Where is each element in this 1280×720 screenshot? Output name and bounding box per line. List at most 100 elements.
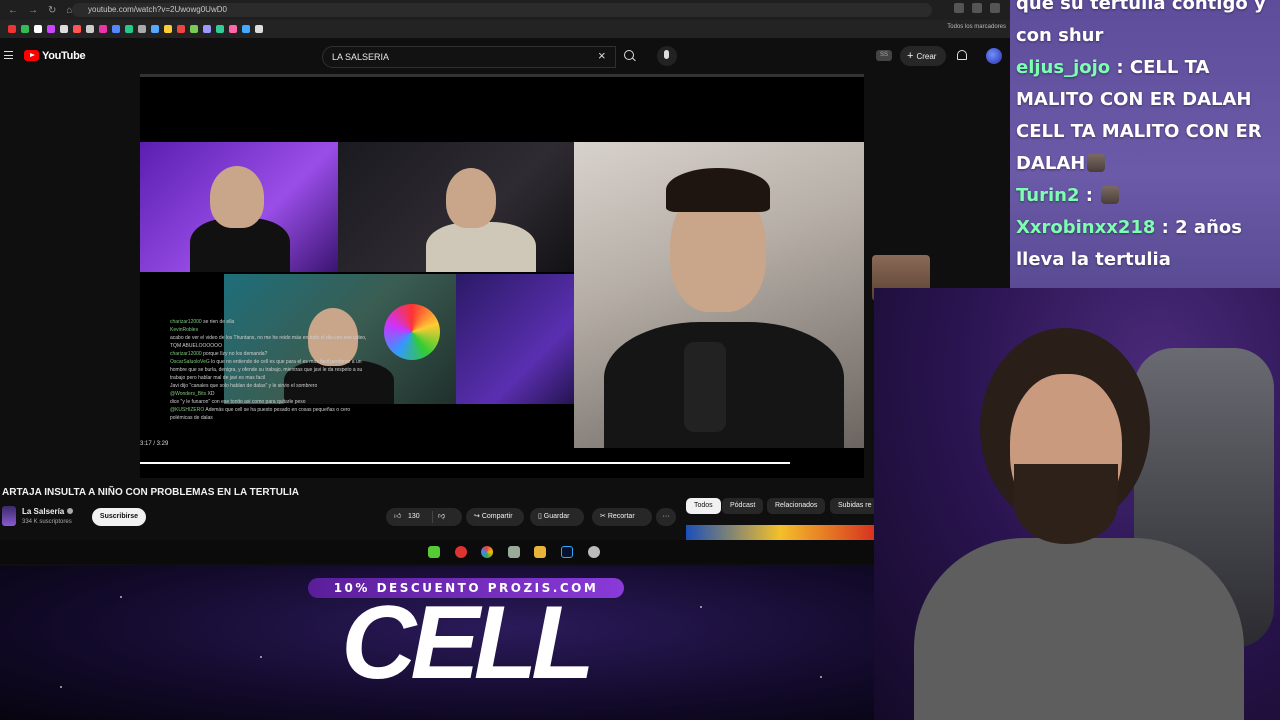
address-bar: ← → ↻ ⌂ youtube.com/watch?v=2Uwowg0UwD0 [0, 0, 1010, 20]
create-label: Crear [916, 52, 937, 61]
prize-wheel [384, 304, 440, 360]
bookmark-icon[interactable] [177, 25, 185, 33]
related-video-thumbnail[interactable] [686, 525, 874, 541]
bookmark-icon[interactable] [8, 25, 16, 33]
bookmark-icon[interactable] [216, 25, 224, 33]
person-face [210, 166, 264, 228]
subscriber-count: 334 K suscriptores [22, 519, 72, 525]
chat-message: que su tertulia contigo y con shur [1016, 0, 1266, 46]
forward-icon[interactable]: → [28, 5, 38, 16]
bookmark-icon[interactable] [242, 25, 250, 33]
chrome-icon[interactable] [481, 546, 493, 558]
app-icon[interactable] [455, 546, 467, 558]
reload-icon[interactable]: ↻ [48, 5, 56, 16]
video-timecode: 3:17 / 3:29 [140, 441, 169, 447]
thumbs-down-icon[interactable]: 👎︎ [438, 508, 445, 526]
bookmark-icon[interactable] [112, 25, 120, 33]
app-icon[interactable] [588, 546, 600, 558]
bookmark-icon[interactable] [164, 25, 172, 33]
profile-icon[interactable] [990, 3, 1000, 13]
search-icon[interactable] [624, 50, 634, 60]
bookmark-icon[interactable] [229, 25, 237, 33]
youtube-logo-icon[interactable] [24, 50, 39, 61]
bookmark-icon[interactable] [255, 25, 263, 33]
streamer-beard [1014, 464, 1118, 544]
bookmark-icon[interactable] [47, 25, 55, 33]
share-button[interactable]: ↪ Compartir [466, 508, 524, 526]
clip-button[interactable]: ✂ Recortar [592, 508, 652, 526]
create-button[interactable]: + Crear [900, 46, 946, 66]
verified-icon [67, 508, 74, 514]
all-bookmarks-label[interactable]: Todos los marcadores [947, 24, 1006, 30]
channel-avatar[interactable] [2, 506, 16, 526]
star-decoration [60, 686, 62, 688]
embedded-chat-line: charizar12000 se rien de ella [170, 319, 235, 325]
folder-icon[interactable] [534, 546, 546, 558]
promo-code-text: CELL [341, 585, 595, 701]
microphone-icon[interactable] [657, 46, 677, 66]
embedded-chat-line: dice "y le funaron" con ese tonito asi c… [170, 399, 306, 405]
chat-message: eljus_jojo : CELL TA MALITO CON ER DALAH… [1016, 57, 1262, 174]
app-icon[interactable] [428, 546, 440, 558]
photoshop-icon[interactable] [561, 546, 573, 558]
bookmark-icon[interactable] [138, 25, 146, 33]
stream-chat: que su tertulia contigo y con shur eljus… [1010, 0, 1280, 288]
channel-name[interactable]: La Salsería [22, 507, 74, 516]
browser-toolbar-icons [954, 3, 1000, 13]
share-icon: ↪ [474, 513, 482, 520]
account-avatar[interactable] [986, 48, 1002, 64]
person-body [426, 222, 536, 272]
bookmark-icon[interactable] [34, 25, 42, 33]
embedded-chat-overlay: charizar12000 se rien de ella KevinRoble… [140, 314, 380, 474]
bookmark-icon[interactable] [125, 25, 133, 33]
thumbs-up-icon[interactable]: 👍︎ [394, 508, 401, 526]
bookmark-icon[interactable] [73, 25, 81, 33]
bookmark-icon[interactable] [203, 25, 211, 33]
video-title: ARTAJA INSULTA A NIÑO CON PROBLEMAS EN L… [2, 487, 300, 498]
chip-all[interactable]: Todos [686, 498, 721, 514]
bookmark-icon[interactable] [60, 25, 68, 33]
person-face [446, 168, 496, 228]
player-top-bar [140, 74, 864, 77]
save-button[interactable]: ▯ Guardar [530, 508, 584, 526]
subscribe-button[interactable]: Suscribirse [92, 508, 146, 526]
chip-related[interactable]: Relacionados [767, 498, 826, 514]
bookmark-icon[interactable] [190, 25, 198, 33]
like-dislike-group: 👍︎ 130 👎︎ [386, 508, 462, 526]
star-decoration [700, 606, 702, 608]
bookmark-star-icon[interactable] [972, 3, 982, 13]
more-actions-button[interactable]: ··· [656, 508, 676, 526]
embedded-chat-line: @Wonders_Bits XD [170, 391, 215, 397]
app-icon[interactable] [508, 546, 520, 558]
seek-bar[interactable] [140, 462, 790, 464]
chip-podcast[interactable]: Pódcast [722, 498, 764, 514]
scissors-icon: ✂ [600, 513, 608, 520]
back-icon[interactable]: ← [8, 5, 18, 16]
star-decoration [820, 676, 822, 678]
like-count[interactable]: 130 [408, 508, 420, 526]
search-input[interactable]: LA SALSERIA [322, 46, 616, 68]
notifications-bell-icon[interactable] [957, 50, 967, 60]
extension-icon[interactable] [954, 3, 964, 13]
star-decoration [260, 656, 262, 658]
streamer-webcam [874, 288, 1280, 720]
streamer-body [914, 538, 1244, 720]
bookmark-icon[interactable] [99, 25, 107, 33]
chip-uploads[interactable]: Subidas re [830, 498, 880, 514]
clear-search-icon[interactable]: × [598, 49, 606, 63]
video-cam-1 [140, 142, 338, 272]
bookmarks-bar: Todos los marcadores [0, 20, 1010, 38]
emote-icon [1101, 186, 1120, 204]
url-field[interactable]: youtube.com/watch?v=2Uwowg0UwD0 [72, 3, 932, 17]
star-decoration [120, 596, 122, 598]
emote-icon [1087, 154, 1106, 172]
plus-icon: + [907, 50, 914, 62]
video-player[interactable]: charizar12000 se rien de ella KevinRoble… [140, 74, 864, 478]
menu-icon[interactable] [4, 51, 13, 59]
bookmark-icon[interactable] [151, 25, 159, 33]
youtube-wordmark[interactable]: YouTube [42, 50, 86, 62]
bookmark-icon[interactable] [21, 25, 29, 33]
cast-icon[interactable]: SS [876, 50, 892, 61]
microphone [684, 342, 726, 432]
bookmark-icon[interactable] [86, 25, 94, 33]
